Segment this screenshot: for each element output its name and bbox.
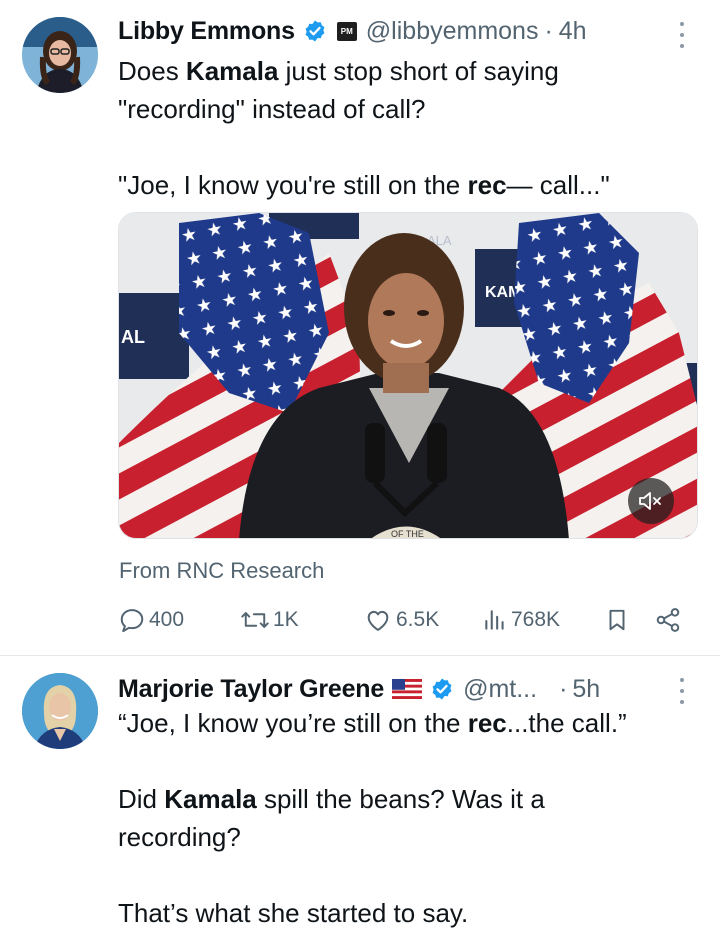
- tweet-time[interactable]: 5h: [572, 675, 600, 704]
- text-segment: ...the call.”: [506, 708, 627, 738]
- tweet-text-line: Did Kamala spill the beans? Was it a: [118, 780, 698, 818]
- author-handle[interactable]: @mt...: [463, 675, 537, 704]
- reply-button[interactable]: 400: [118, 606, 184, 634]
- repost-count: 1K: [273, 608, 299, 631]
- views-count: 768K: [511, 608, 561, 631]
- tweet-text-line: That’s what she started to say.: [118, 894, 698, 932]
- text-segment: Did: [118, 784, 165, 814]
- tweet-text: Does Kamala just stop short of saying "re…: [118, 52, 698, 204]
- like-icon: [367, 610, 389, 631]
- share-button[interactable]: [654, 606, 682, 634]
- more-icon[interactable]: [672, 678, 692, 704]
- text-segment: just stop short of saying: [278, 56, 559, 86]
- text-segment: “Joe, I know you’re still on the: [118, 708, 468, 738]
- author-name[interactable]: Marjorie Taylor Greene: [118, 675, 384, 704]
- seal-text: OF THE: [391, 529, 424, 539]
- mute-icon[interactable]: [628, 478, 674, 524]
- affiliate-badge[interactable]: PM: [336, 21, 357, 41]
- video-source-attribution[interactable]: From RNC Research: [119, 558, 324, 584]
- text-segment: Does: [118, 56, 186, 86]
- bookmark-icon: [609, 609, 625, 631]
- repost-button[interactable]: 1K: [240, 606, 299, 634]
- tweet-libby-emmons[interactable]: Libby Emmons PM @libbyemmons · 4h Does K…: [0, 0, 720, 655]
- tweet-header: Marjorie Taylor Greene @mt... · 5h: [118, 672, 600, 706]
- like-button[interactable]: 6.5K: [363, 606, 439, 634]
- text-segment: — call...": [506, 170, 610, 200]
- text-segment: "Joe, I know you're still on the: [118, 170, 468, 200]
- repost-icon: [241, 612, 269, 628]
- views-button[interactable]: 768K: [482, 606, 560, 634]
- tweet-text-line: "Joe, I know you're still on the rec— ca…: [118, 166, 698, 204]
- author-avatar[interactable]: [22, 17, 98, 93]
- reply-count: 400: [149, 608, 185, 631]
- text-segment: That’s what she started to say.: [118, 898, 469, 928]
- highlighted-term: rec: [467, 170, 507, 200]
- tweet-text-line: "recording" instead of call?: [118, 90, 698, 128]
- more-icon[interactable]: [672, 22, 692, 48]
- highlighted-term: Kamala: [185, 56, 279, 86]
- text-segment: recording?: [118, 822, 241, 852]
- separator-dot: ·: [544, 16, 553, 45]
- author-handle[interactable]: @libbyemmons: [366, 17, 539, 46]
- views-icon: [485, 610, 504, 630]
- text-segment: "recording" instead of call?: [118, 94, 426, 124]
- author-name[interactable]: Libby Emmons: [118, 17, 295, 46]
- tweet-marjorie-taylor-greene[interactable]: Marjorie Taylor Greene @mt... · 5h “Joe,…: [0, 656, 720, 941]
- tweet-time[interactable]: 4h: [559, 17, 587, 46]
- verified-icon[interactable]: [430, 677, 454, 701]
- banner-left-text: AL: [121, 327, 145, 347]
- tweet-text-line: recording?: [118, 818, 698, 856]
- bookmark-button[interactable]: [604, 606, 630, 634]
- video-player[interactable]: ★ AL KAM ALA: [118, 212, 698, 539]
- highlighted-term: Kamala: [164, 784, 257, 814]
- text-segment: spill the beans? Was it a: [256, 784, 545, 814]
- share-icon: [656, 608, 680, 632]
- separator-dot: ·: [559, 674, 568, 703]
- highlighted-term: rec: [467, 708, 507, 738]
- tweet-actions: 400 1K 6.5K 768K: [0, 600, 720, 642]
- tweet-text-line: “Joe, I know you’re still on the rec...t…: [118, 704, 698, 742]
- reply-icon: [120, 609, 144, 633]
- author-avatar[interactable]: [22, 673, 98, 749]
- tweet-header: Libby Emmons PM @libbyemmons · 4h: [118, 14, 587, 48]
- verified-icon[interactable]: [303, 19, 327, 43]
- us-flag-icon: [392, 679, 423, 699]
- tweet-text: “Joe, I know you’re still on the rec...t…: [118, 704, 698, 932]
- like-count: 6.5K: [396, 608, 440, 631]
- tweet-text-line: Does Kamala just stop short of saying: [118, 52, 698, 90]
